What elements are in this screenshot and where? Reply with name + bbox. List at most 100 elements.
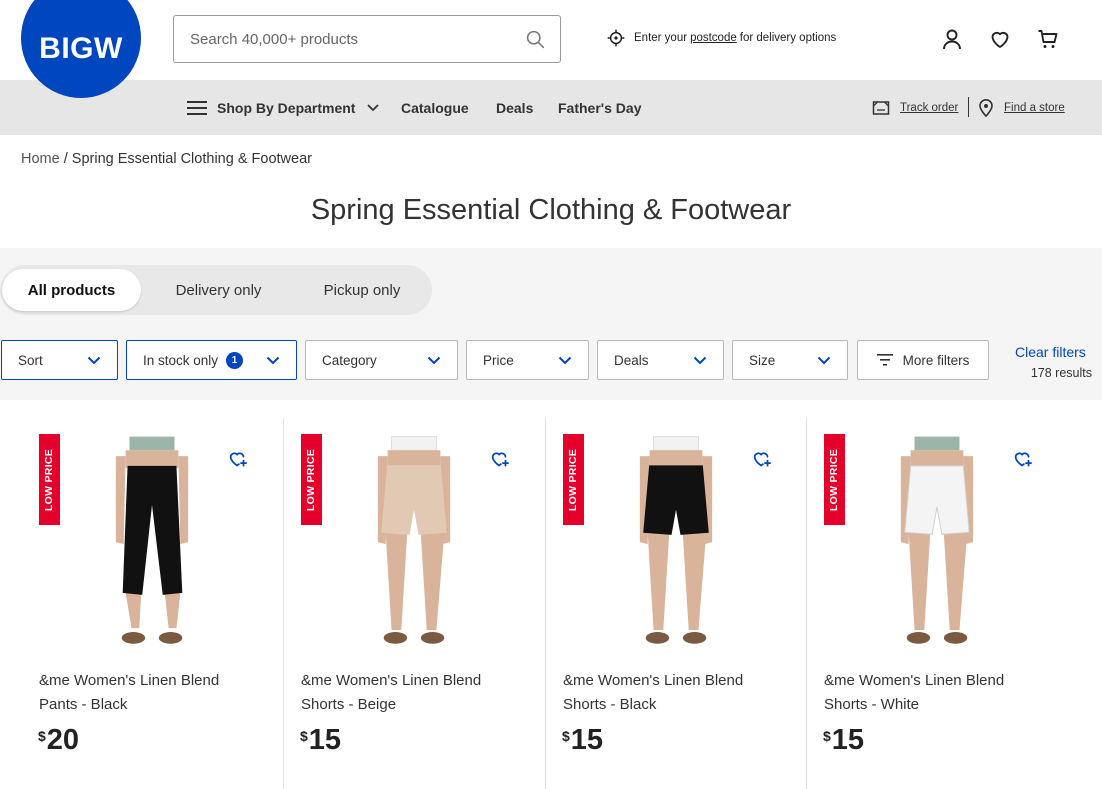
- in-stock-filter[interactable]: In stock only 1: [126, 340, 297, 380]
- product-card[interactable]: LOW PRICE &me Women's Linen Blend Shorts…: [545, 418, 807, 789]
- product-name-line: &me Women's Linen Blend: [824, 672, 1005, 689]
- product-name-line: Shorts - Beige: [301, 696, 397, 713]
- product-price: $ 15: [300, 724, 341, 757]
- top-header: BIGW Enter your postcode for delivery op…: [0, 0, 1102, 98]
- in-stock-label: In stock only: [143, 352, 219, 368]
- track-order-icon: [872, 100, 890, 116]
- shop-by-department[interactable]: Shop By Department: [187, 80, 380, 135]
- product-image[interactable]: [591, 434, 761, 660]
- find-store-link[interactable]: Find a store: [1004, 102, 1065, 114]
- tab-all-products[interactable]: All products: [2, 269, 141, 311]
- delivery-postcode: Enter your postcode for delivery options: [606, 28, 836, 48]
- chevron-down-icon: [817, 356, 831, 365]
- main-nav: Shop By Department Catalogue Deals Fathe…: [0, 80, 1102, 135]
- breadcrumb-home[interactable]: Home: [21, 151, 60, 167]
- add-to-wishlist-heart-icon[interactable]: [489, 448, 511, 470]
- search-icon[interactable]: [524, 28, 546, 50]
- track-order-link[interactable]: Track order: [900, 102, 958, 114]
- product-name[interactable]: &me Women's Linen Blend Shorts - Beige: [301, 669, 531, 717]
- product-card[interactable]: LOW PRICE &me Women's Linen Blend Pants …: [21, 418, 283, 789]
- product-image[interactable]: [67, 434, 237, 660]
- tab-label: All products: [27, 281, 116, 299]
- search-box[interactable]: [173, 15, 561, 63]
- product-price: $ 20: [38, 724, 79, 757]
- nav-fathers-day[interactable]: Father's Day: [558, 80, 641, 135]
- low-price-ribbon: LOW PRICE: [563, 434, 584, 525]
- low-price-ribbon: LOW PRICE: [824, 434, 845, 525]
- add-to-wishlist-heart-icon[interactable]: [751, 448, 773, 470]
- sort-label: Sort: [18, 352, 43, 368]
- nav-label: Deals: [496, 99, 534, 116]
- filter-count-badge: 1: [226, 351, 244, 369]
- chevron-down-icon: [558, 356, 572, 365]
- deals-filter[interactable]: Deals: [597, 340, 724, 380]
- department-label: Shop By Department: [217, 99, 356, 116]
- sort-dropdown[interactable]: Sort: [1, 340, 118, 380]
- chevron-down-icon: [427, 356, 441, 365]
- chevron-down-icon: [87, 356, 101, 365]
- product-name[interactable]: &me Women's Linen Blend Pants - Black: [39, 669, 269, 717]
- nav-catalogue[interactable]: Catalogue: [401, 80, 469, 135]
- map-pin-icon: [978, 98, 994, 117]
- product-price: $ 15: [562, 724, 603, 757]
- product-name-line: &me Women's Linen Blend: [301, 672, 482, 689]
- breadcrumb-separator: /: [59, 151, 72, 167]
- nav-divider: [968, 97, 969, 117]
- product-card[interactable]: LOW PRICE &me Women's Linen Blend Shorts…: [283, 418, 545, 789]
- nav-label: Father's Day: [558, 99, 642, 116]
- nav-label: Catalogue: [401, 99, 469, 116]
- product-name-line: &me Women's Linen Blend: [563, 672, 744, 689]
- product-card[interactable]: LOW PRICE &me Women's Linen Blend Shorts…: [806, 418, 1068, 789]
- tab-pickup-only[interactable]: Pickup only: [292, 269, 432, 311]
- tab-label: Pickup only: [323, 281, 401, 299]
- product-price: $ 15: [823, 724, 864, 757]
- price-label: Price: [483, 352, 514, 368]
- low-price-ribbon: LOW PRICE: [39, 434, 60, 525]
- clear-filters-link[interactable]: Clear filters: [1015, 344, 1086, 360]
- product-image[interactable]: [329, 434, 499, 660]
- nav-deals[interactable]: Deals: [496, 80, 533, 135]
- wishlist-heart-icon[interactable]: [987, 26, 1013, 52]
- page-title: Spring Essential Clothing & Footwear: [310, 194, 792, 226]
- filter-lines-icon: [876, 354, 893, 366]
- product-name[interactable]: &me Women's Linen Blend Shorts - Black: [563, 669, 793, 717]
- add-to-wishlist-heart-icon[interactable]: [1012, 448, 1034, 470]
- product-image[interactable]: [852, 434, 1022, 660]
- category-label: Category: [322, 352, 377, 368]
- chevron-down-icon: [367, 103, 380, 112]
- logo-text: BIGW: [39, 32, 123, 65]
- tab-delivery-only[interactable]: Delivery only: [147, 269, 290, 311]
- price-amount: 20: [46, 724, 80, 756]
- product-name-line: Shorts - Black: [563, 696, 657, 713]
- size-label: Size: [749, 352, 776, 368]
- breadcrumb-current: Spring Essential Clothing & Footwear: [71, 151, 312, 167]
- price-currency: $: [300, 728, 308, 744]
- category-filter[interactable]: Category: [305, 340, 458, 380]
- product-name-line: Shorts - White: [824, 696, 920, 713]
- price-currency: $: [823, 728, 831, 744]
- find-store[interactable]: Find a store: [978, 80, 1065, 135]
- price-amount: 15: [308, 724, 342, 756]
- breadcrumb: Home / Spring Essential Clothing & Footw…: [21, 151, 312, 167]
- more-filters-label: More filters: [902, 352, 970, 368]
- chevron-down-icon: [266, 356, 280, 365]
- price-filter[interactable]: Price: [466, 340, 589, 380]
- location-target-icon: [606, 28, 626, 48]
- size-filter[interactable]: Size: [732, 340, 848, 380]
- more-filters-button[interactable]: More filters: [857, 340, 989, 380]
- price-currency: $: [38, 728, 46, 744]
- search-input[interactable]: [190, 30, 524, 48]
- chevron-down-icon: [693, 356, 707, 365]
- product-name-line: Pants - Black: [39, 696, 128, 713]
- product-name[interactable]: &me Women's Linen Blend Shorts - White: [824, 669, 1054, 717]
- track-order[interactable]: Track order: [872, 80, 958, 135]
- postcode-prefix: Enter your: [634, 32, 688, 44]
- account-icon[interactable]: [939, 26, 965, 52]
- postcode-link[interactable]: postcode: [690, 32, 737, 44]
- results-count: 178 results: [1030, 366, 1092, 380]
- add-to-wishlist-heart-icon[interactable]: [227, 448, 249, 470]
- price-currency: $: [562, 728, 570, 744]
- product-name-line: &me Women's Linen Blend: [39, 672, 220, 689]
- hamburger-menu-icon: [187, 100, 207, 116]
- cart-icon[interactable]: [1035, 26, 1061, 52]
